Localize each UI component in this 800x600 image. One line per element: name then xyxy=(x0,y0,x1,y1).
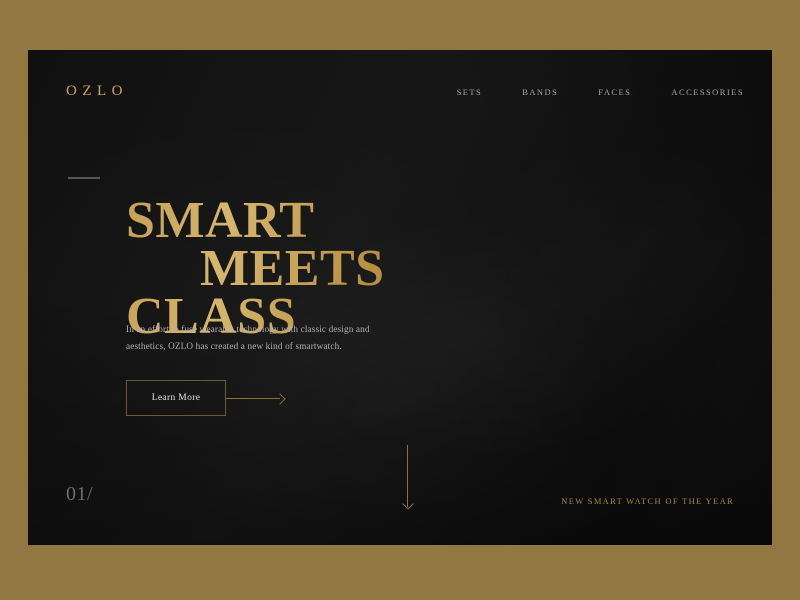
brand-logo[interactable]: OZLO xyxy=(66,83,128,100)
slide-number: 01/ xyxy=(66,483,94,505)
primary-nav: SETS BANDS FACES ACCESSORIES xyxy=(457,87,744,97)
learn-more-button[interactable]: Learn More xyxy=(126,380,226,416)
hero-headline: SMART MEETS CLASS xyxy=(126,197,546,341)
headline-line-2: MEETS xyxy=(200,239,385,297)
footer-tagline: NEW SMART WATCH OF THE YEAR xyxy=(561,496,734,506)
arrow-shaft xyxy=(226,397,280,399)
arrow-head xyxy=(274,392,286,405)
site-header: OZLO SETS BANDS FACES ACCESSORIES xyxy=(28,50,772,140)
hero-description: In an effort to fuse wearable technology… xyxy=(126,324,370,351)
scroll-down-icon[interactable] xyxy=(401,445,414,515)
nav-item-sets[interactable]: SETS xyxy=(457,87,483,97)
headline-accent-rule xyxy=(68,177,100,179)
cta-group: Learn More xyxy=(126,380,286,416)
nav-item-bands[interactable]: BANDS xyxy=(522,87,558,97)
nav-item-accessories[interactable]: ACCESSORIES xyxy=(671,87,744,97)
scroll-arrow-head xyxy=(401,498,414,510)
page-root: OZLO SETS BANDS FACES ACCESSORIES SMART … xyxy=(0,0,800,600)
hero-panel: OZLO SETS BANDS FACES ACCESSORIES SMART … xyxy=(28,50,772,545)
arrow-right-icon xyxy=(226,392,286,405)
nav-item-faces[interactable]: FACES xyxy=(598,87,631,97)
headline-line-1: SMART xyxy=(126,191,315,249)
